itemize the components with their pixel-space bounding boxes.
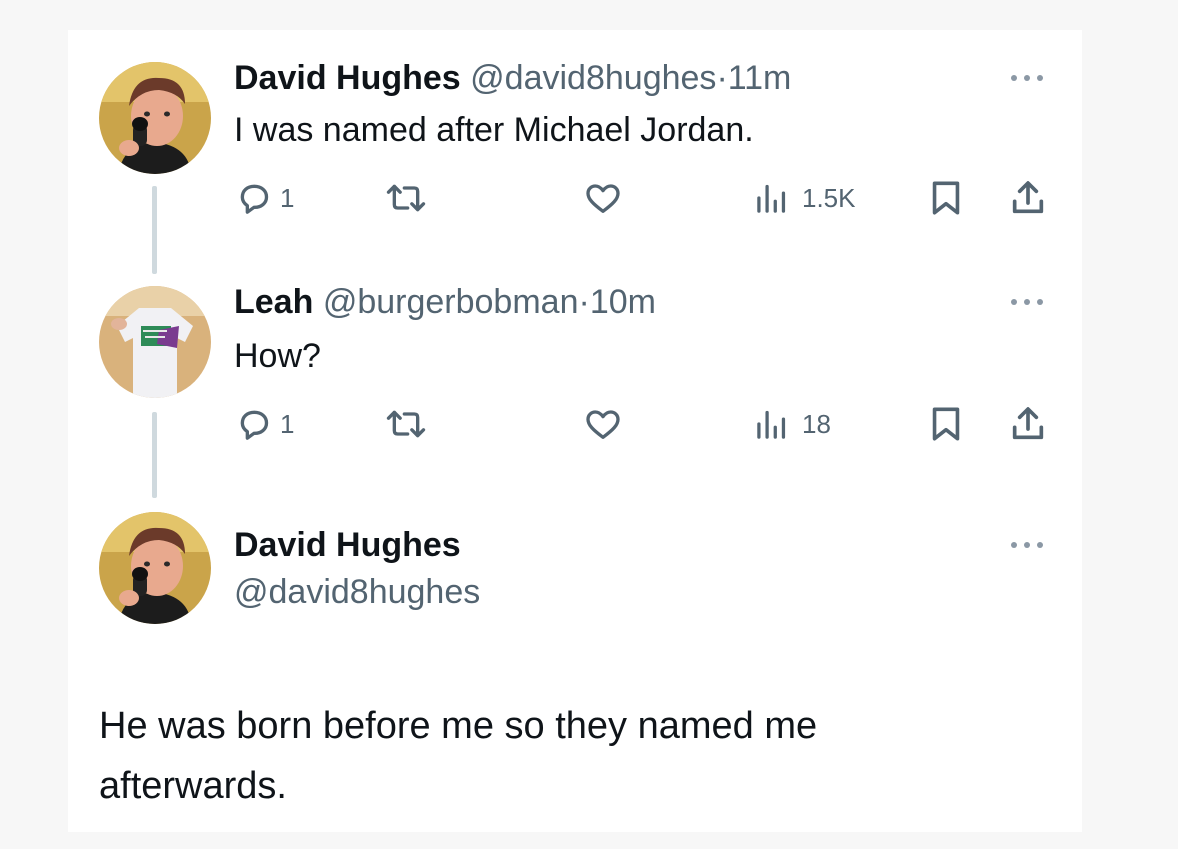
user-handle[interactable]: @david8hughes [470,59,716,97]
reply-icon [240,184,269,214]
bookmark-button[interactable] [928,404,964,444]
tweet-text: How? [234,337,321,375]
reply-button[interactable]: 1 [234,178,294,218]
avatar[interactable] [99,286,211,398]
like-icon [586,410,620,439]
main-tweet-line: afterwards. [99,765,287,807]
views-count: 18 [802,408,831,439]
views-button[interactable]: 1.5K [754,178,856,218]
bookmark-icon [932,181,960,215]
views-icon [757,184,786,213]
share-button[interactable] [1008,178,1048,218]
timestamp[interactable]: 10m [590,283,656,321]
more-icon[interactable] [1007,71,1047,85]
avatar[interactable] [99,62,211,174]
main-tweet-text: He was born before me so they named me a… [99,696,999,816]
like-button[interactable] [582,178,624,218]
reply-count: 1 [280,408,295,439]
main-user-handle[interactable]: @david8hughes [234,573,480,611]
retweet-button[interactable] [384,178,428,218]
retweet-button[interactable] [384,404,428,444]
reply-button[interactable]: 1 [234,404,294,444]
tweet-text: I was named after Michael Jordan. [234,111,754,149]
share-icon [1012,181,1044,214]
views-button[interactable]: 18 [754,404,831,444]
display-name[interactable]: David Hughes [234,525,461,565]
views-icon [757,410,786,439]
more-icon[interactable] [1007,538,1047,552]
separator-dot: · [716,59,728,97]
separator-dot: · [578,283,590,321]
display-name[interactable]: David Hughes [234,59,461,97]
thread-line [152,186,157,274]
avatar[interactable] [99,512,211,624]
user-handle[interactable]: @david8hughes [234,572,480,612]
user-handle[interactable]: @burgerbobman [323,283,579,321]
tweet-header: David Hughes @david8hughes·11m [234,58,791,98]
bookmark-icon [932,407,960,441]
tweet-header: Leah @burgerbobman·10m [234,282,656,322]
views-count: 1.5K [802,182,856,213]
display-name[interactable]: Leah [234,283,313,321]
bookmark-button[interactable] [928,178,964,218]
like-icon [586,184,620,213]
more-icon[interactable] [1007,295,1047,309]
retweet-icon [386,184,426,212]
reply-icon [240,410,269,440]
retweet-icon [386,410,426,438]
like-button[interactable] [582,404,624,444]
timestamp[interactable]: 11m [728,59,792,97]
reply-count: 1 [280,182,295,213]
main-display-name[interactable]: David Hughes [234,526,461,564]
share-button[interactable] [1008,404,1048,444]
main-tweet-line: He was born before me so they named me [99,705,818,747]
thread-line [152,412,157,498]
share-icon [1012,407,1044,440]
